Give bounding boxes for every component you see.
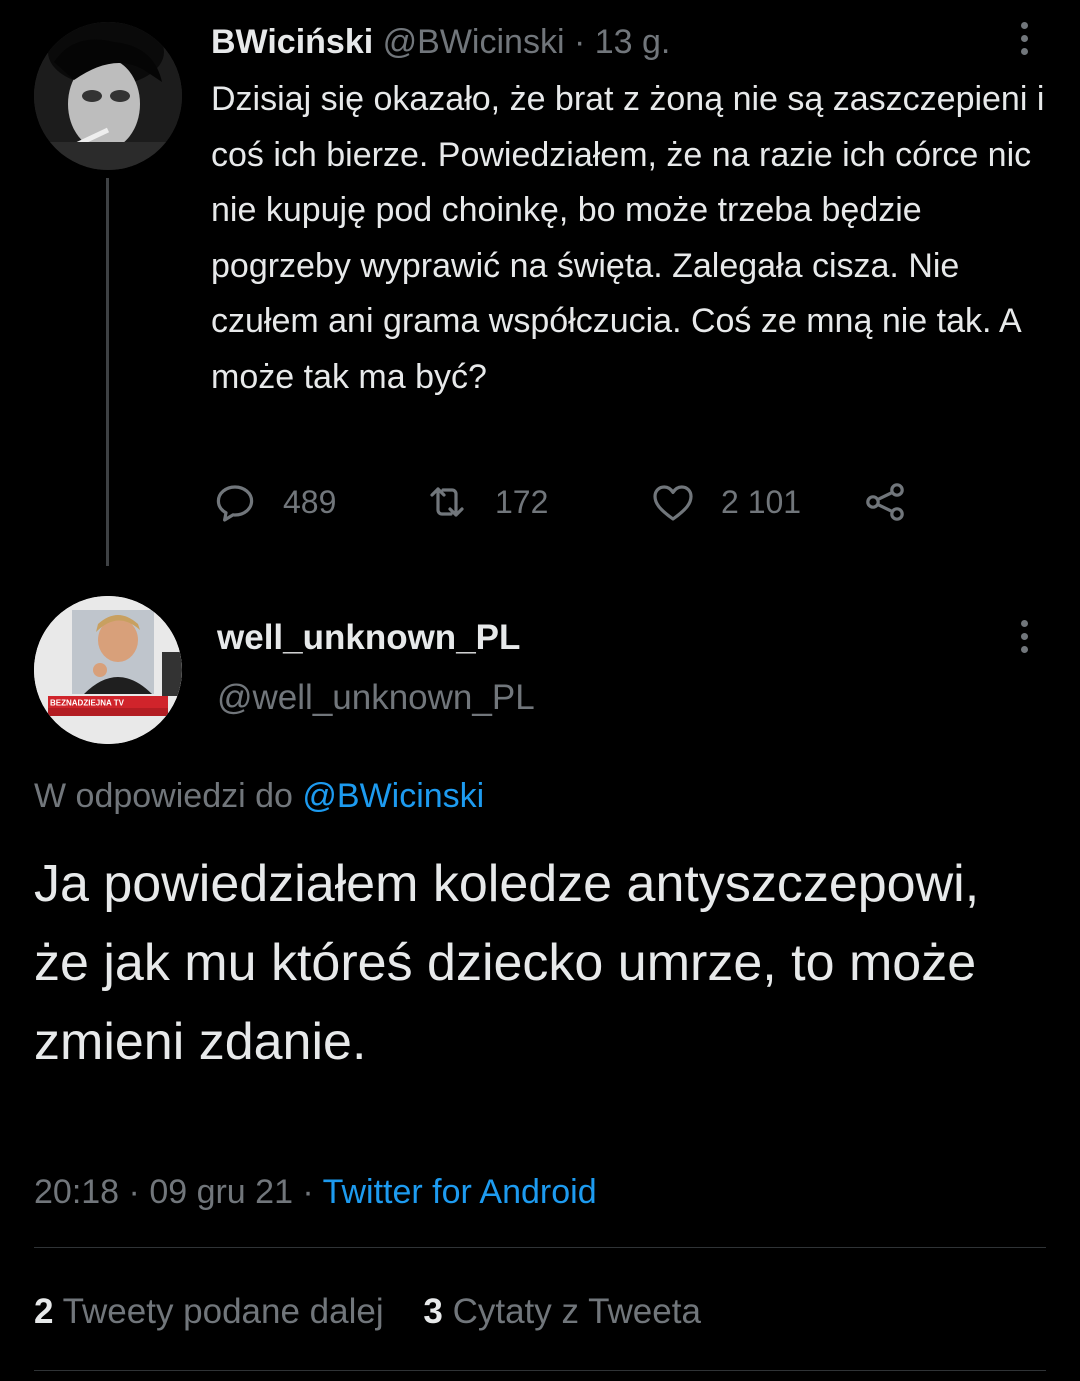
tweet-actions: 489 172 2 101 (211, 478, 931, 534)
like-button[interactable]: 2 101 (649, 478, 801, 526)
share-icon (866, 483, 904, 521)
more-options-icon[interactable] (1018, 22, 1030, 55)
reply-author-name[interactable]: well_unknown_PL (217, 614, 520, 662)
source-link[interactable]: Twitter for Android (323, 1173, 597, 1211)
divider (34, 1247, 1046, 1248)
replying-to-handle-link[interactable]: @BWicinski (302, 777, 484, 815)
retweets-count: 2 (34, 1292, 54, 1331)
author-avatar[interactable] (34, 22, 182, 170)
thread-connector-line (106, 178, 109, 566)
replying-to: W odpowiedzi do @BWicinski (34, 772, 484, 820)
share-button[interactable] (861, 478, 909, 526)
avatar-photo-icon: BEZNADZIEJNA TV (34, 596, 182, 744)
tweet-time[interactable]: 13 g. (595, 23, 671, 61)
tweet-meta: 20:18 · 09 gru 21 · Twitter for Android (34, 1168, 597, 1216)
reply-time[interactable]: 20:18 (34, 1173, 119, 1211)
meta-separator: · (292, 1173, 323, 1211)
engagement-stats: 2 Tweety podane dalej 3 Cytaty z Tweeta (34, 1288, 731, 1336)
avatar-photo-icon (34, 22, 182, 170)
retweet-count: 172 (495, 483, 549, 520)
retweet-button[interactable]: 172 (423, 478, 548, 526)
reply-text: Ja powiedziałem koledze antyszczepowi, ż… (34, 855, 980, 1071)
like-icon (653, 485, 693, 521)
author-handle[interactable]: @BWicinski (383, 23, 565, 61)
meta-separator: · (119, 1173, 150, 1211)
retweets-stat-link[interactable]: 2 Tweety podane dalej (34, 1292, 384, 1331)
quotes-stat-link[interactable]: 3 Cytaty z Tweeta (423, 1292, 701, 1331)
author-name[interactable]: BWiciński (211, 23, 373, 61)
more-options-icon[interactable] (1018, 620, 1030, 653)
like-count: 2 101 (721, 483, 802, 520)
reply-button[interactable]: 489 (211, 478, 336, 526)
reply-date[interactable]: 09 gru 21 (149, 1173, 293, 1211)
header-separator: · (564, 23, 595, 61)
tweet-header: BWiciński @BWicinski · 13 g. (211, 20, 670, 64)
reply-author-handle[interactable]: @well_unknown_PL (217, 674, 535, 722)
avatar-banner-text: BEZNADZIEJNA TV (50, 699, 125, 708)
quotes-count: 3 (423, 1292, 443, 1331)
divider (34, 1370, 1046, 1371)
reply-icon (216, 485, 254, 522)
quotes-label: Cytaty z Tweeta (452, 1292, 701, 1331)
retweets-label: Tweety podane dalej (62, 1292, 384, 1331)
reply-count: 489 (283, 483, 337, 520)
reply-author-avatar[interactable]: BEZNADZIEJNA TV (34, 596, 182, 744)
tweet-text: Dzisiaj się okazało, że brat z żoną nie … (211, 80, 1045, 396)
retweet-icon (430, 487, 464, 517)
replying-to-label: W odpowiedzi do (34, 777, 303, 815)
